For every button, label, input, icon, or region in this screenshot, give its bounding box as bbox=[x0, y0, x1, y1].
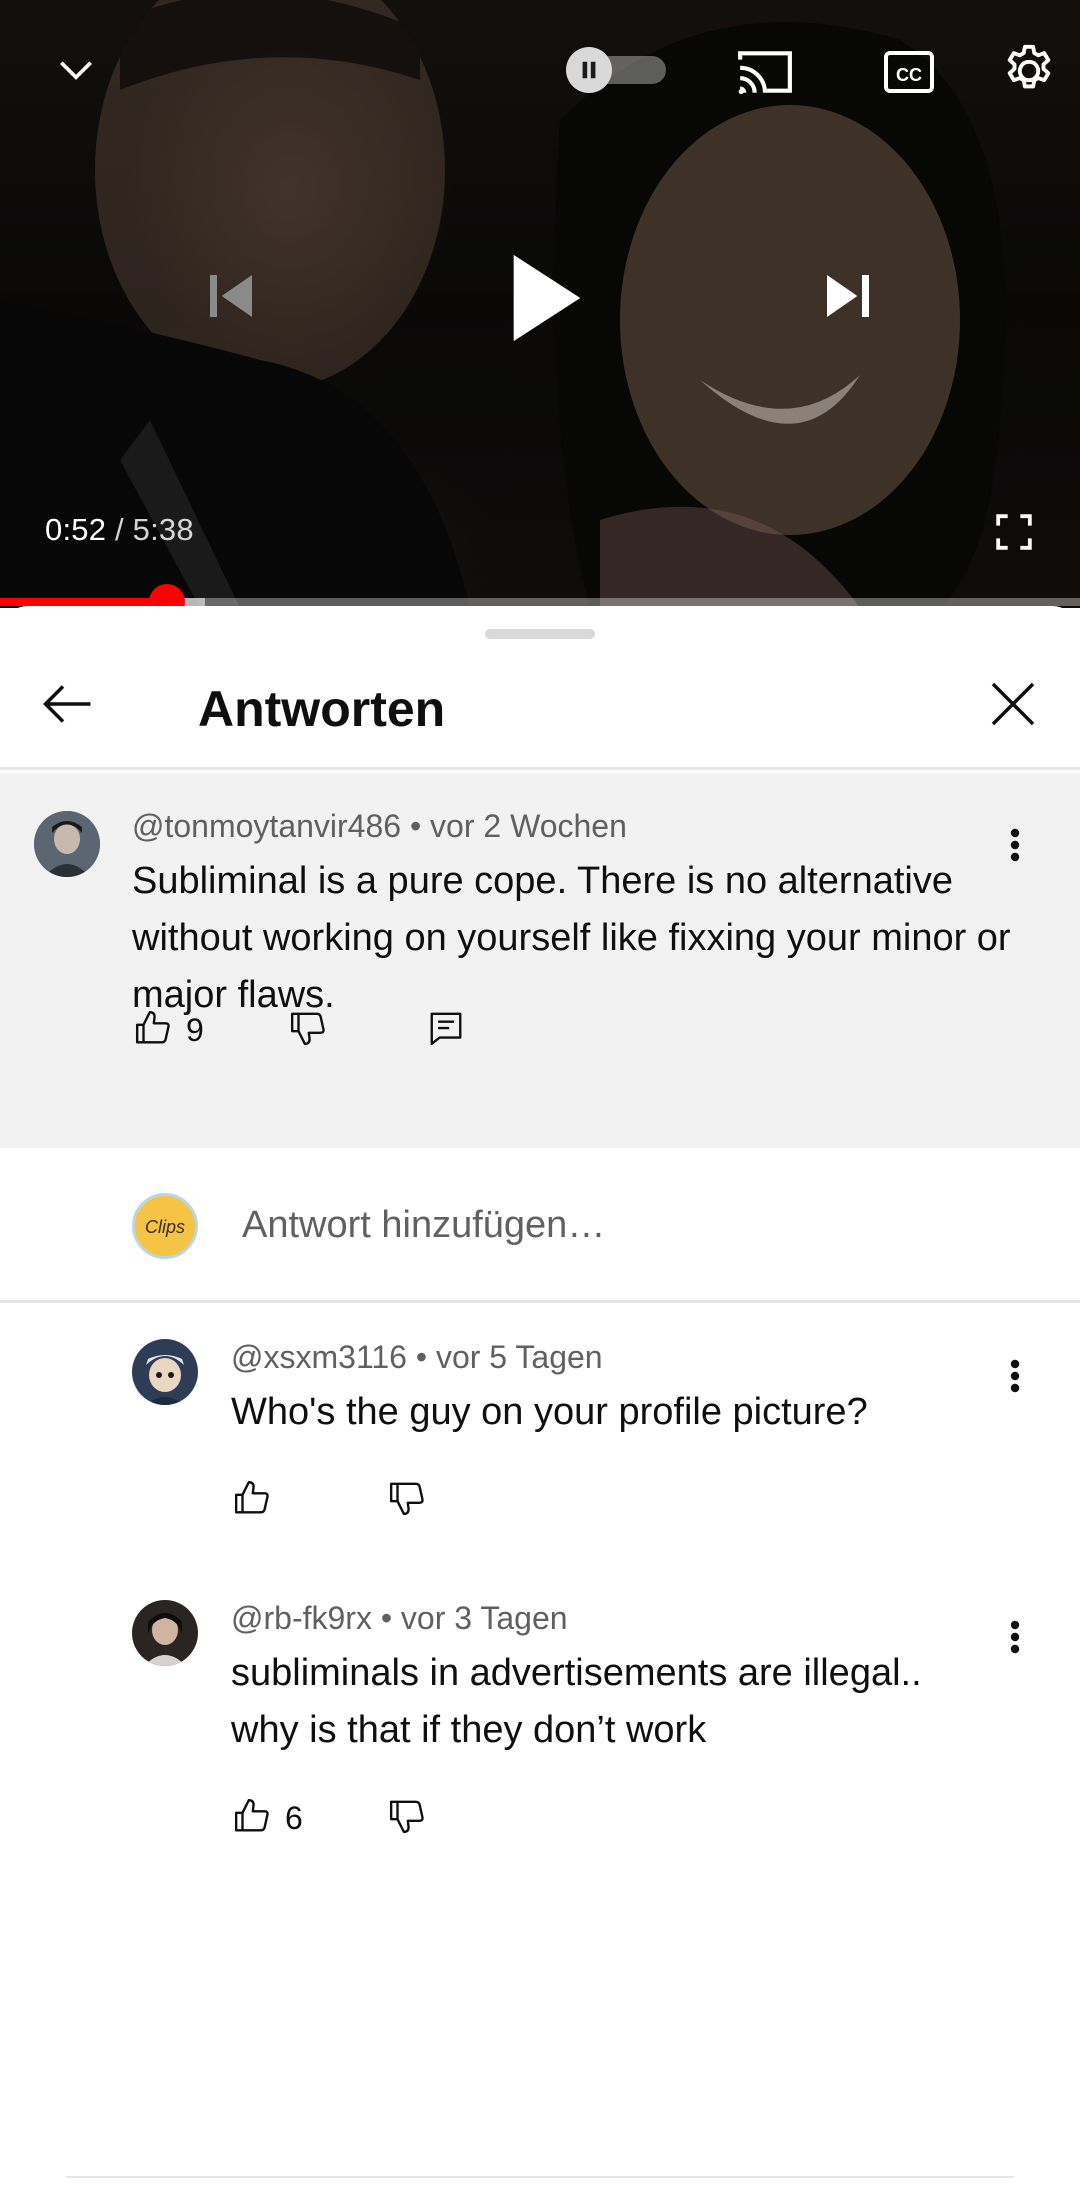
comment-meta: @rb-fk9rx • vor 3 Tagen bbox=[231, 1600, 568, 1637]
more-vert-icon[interactable] bbox=[995, 1607, 1035, 1667]
comment-author[interactable]: @xsxm3116 bbox=[231, 1339, 407, 1375]
reply-button[interactable] bbox=[427, 1005, 465, 1055]
comment-author[interactable]: @rb-fk9rx bbox=[231, 1600, 372, 1636]
sheet-header: Antworten bbox=[0, 646, 1080, 770]
dislike-button[interactable] bbox=[388, 1793, 426, 1843]
like-button[interactable] bbox=[233, 1475, 285, 1525]
dislike-icon bbox=[388, 1797, 426, 1840]
like-icon bbox=[233, 1479, 271, 1522]
back-arrow-icon[interactable] bbox=[38, 674, 98, 734]
comment-time: • vor 2 Wochen bbox=[401, 808, 627, 844]
comment-text: Subliminal is a pure cope. There is no a… bbox=[132, 860, 1011, 1016]
played-bar bbox=[0, 598, 168, 606]
time-display: 0:52 / 5:38 bbox=[45, 512, 194, 548]
add-reply-row[interactable]: Clips Antwort hinzufügen… bbox=[0, 1148, 1080, 1303]
like-button[interactable]: 6 bbox=[233, 1793, 303, 1843]
comment-time: • vor 5 Tagen bbox=[406, 1339, 603, 1375]
settings-gear-icon[interactable] bbox=[996, 38, 1062, 104]
close-icon[interactable] bbox=[983, 674, 1043, 734]
time-separator: / bbox=[114, 512, 124, 547]
autoplay-toggle[interactable] bbox=[566, 47, 668, 93]
avatar[interactable] bbox=[34, 811, 100, 877]
dislike-icon bbox=[289, 1009, 327, 1052]
drag-handle[interactable] bbox=[485, 629, 595, 639]
dislike-button[interactable] bbox=[289, 1005, 327, 1055]
play-icon[interactable] bbox=[495, 246, 595, 350]
avatar-label: Clips bbox=[145, 1217, 185, 1237]
dislike-icon bbox=[388, 1479, 426, 1522]
like-count: 9 bbox=[186, 1011, 204, 1048]
fullscreen-icon[interactable] bbox=[992, 510, 1036, 554]
duration: 5:38 bbox=[132, 512, 194, 547]
avatar[interactable] bbox=[132, 1600, 198, 1666]
current-time: 0:52 bbox=[45, 512, 107, 547]
parent-comment: @tonmoytanvir486 • vor 2 Wochen Sublimin… bbox=[0, 773, 1080, 1148]
dislike-button[interactable] bbox=[388, 1475, 426, 1525]
avatar[interactable] bbox=[132, 1339, 198, 1405]
chevron-down-icon[interactable] bbox=[46, 40, 106, 100]
video-player[interactable]: CC 0:52 / 5:38 bbox=[0, 0, 1080, 608]
comment-meta: @xsxm3116 • vor 5 Tagen bbox=[231, 1339, 603, 1376]
like-icon bbox=[134, 1009, 172, 1052]
add-reply-input[interactable]: Antwort hinzufügen… bbox=[242, 1204, 605, 1247]
bottom-divider bbox=[66, 2176, 1014, 2178]
progress-bar[interactable] bbox=[0, 584, 1080, 608]
own-avatar[interactable]: Clips bbox=[132, 1193, 198, 1259]
reply-icon bbox=[427, 1009, 465, 1052]
comment-time: • vor 3 Tagen bbox=[371, 1600, 568, 1636]
comment-text: Who's the guy on your profile picture? bbox=[231, 1391, 868, 1433]
like-count: 6 bbox=[285, 1799, 303, 1836]
like-icon bbox=[233, 1797, 271, 1840]
comment-text: subliminals in advertisements are illega… bbox=[231, 1652, 922, 1751]
next-icon[interactable] bbox=[812, 260, 884, 332]
comment-meta: @tonmoytanvir486 • vor 2 Wochen bbox=[132, 808, 627, 845]
closed-captions-icon[interactable]: CC bbox=[877, 40, 941, 104]
comment-author[interactable]: @tonmoytanvir486 bbox=[132, 808, 401, 844]
like-button[interactable]: 9 bbox=[134, 1005, 204, 1055]
autoplay-pause-icon bbox=[566, 47, 612, 93]
cast-icon[interactable] bbox=[733, 40, 797, 104]
replies-sheet: Antworten @tonmoytanvir486 • vor 2 Woche… bbox=[0, 606, 1080, 2189]
svg-text:CC: CC bbox=[896, 65, 922, 85]
sheet-title: Antworten bbox=[198, 681, 446, 737]
previous-icon bbox=[195, 260, 267, 332]
